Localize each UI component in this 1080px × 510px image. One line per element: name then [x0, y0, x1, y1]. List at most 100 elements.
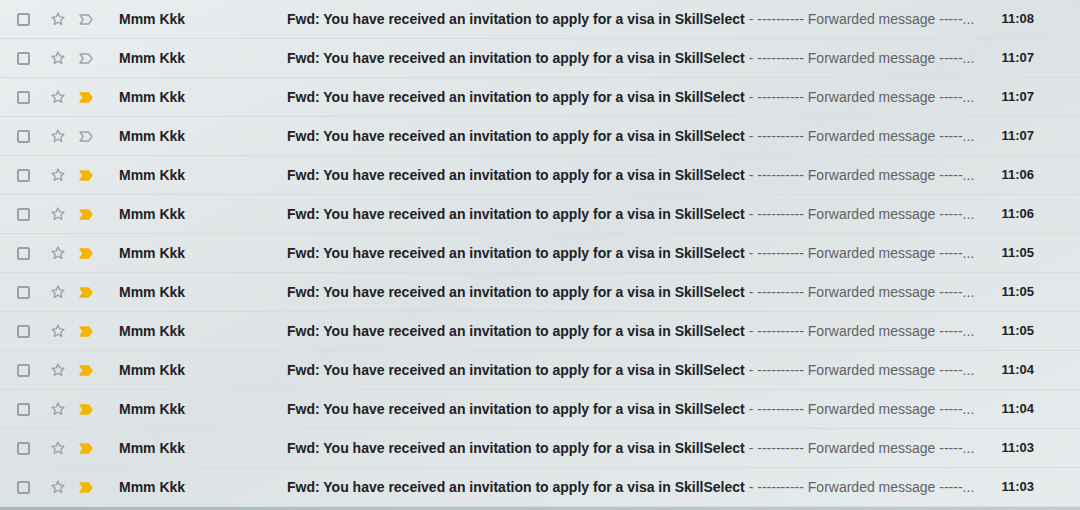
importance-marker-icon[interactable] — [79, 53, 93, 64]
sender: Mmm Kkk — [119, 321, 287, 342]
subject: Fwd: You have received an invitation to … — [287, 399, 745, 420]
time: 11:04 — [1001, 399, 1034, 419]
message-row[interactable]: Mmm KkkFwd: You have received an invitat… — [0, 195, 1080, 234]
importance-marker-icon[interactable] — [79, 92, 93, 103]
importance-marker-icon[interactable] — [79, 443, 93, 454]
time: 11:04 — [1001, 360, 1034, 380]
star-icon[interactable] — [50, 479, 66, 495]
select-checkbox[interactable] — [17, 13, 30, 26]
select-checkbox[interactable] — [17, 403, 30, 416]
sender: Mmm Kkk — [119, 165, 287, 186]
importance-marker-icon[interactable] — [79, 170, 93, 181]
message-row[interactable]: Mmm KkkFwd: You have received an invitat… — [0, 234, 1080, 273]
select-checkbox[interactable] — [17, 364, 30, 377]
snippet: - ---------- Forwarded message -----... — [749, 87, 975, 108]
sender: Mmm Kkk — [119, 477, 287, 498]
message-row[interactable]: Mmm KkkFwd: You have received an invitat… — [0, 273, 1080, 312]
snippet: - ---------- Forwarded message -----... — [749, 438, 975, 459]
importance-marker-icon[interactable] — [79, 209, 93, 220]
sender: Mmm Kkk — [119, 9, 287, 30]
star-icon[interactable] — [50, 167, 66, 183]
importance-marker-icon[interactable] — [79, 482, 93, 493]
snippet: - ---------- Forwarded message -----... — [749, 399, 975, 420]
inbox: Mmm KkkFwd: You have received an invitat… — [0, 0, 1080, 510]
time: 11:08 — [1001, 9, 1034, 29]
importance-marker-icon[interactable] — [79, 326, 93, 337]
star-icon[interactable] — [50, 323, 66, 339]
select-checkbox[interactable] — [17, 442, 30, 455]
star-icon[interactable] — [50, 362, 66, 378]
message-row[interactable]: Mmm KkkFwd: You have received an invitat… — [0, 156, 1080, 195]
subject: Fwd: You have received an invitation to … — [287, 126, 745, 147]
subject: Fwd: You have received an invitation to … — [287, 165, 745, 186]
sender: Mmm Kkk — [119, 399, 287, 420]
select-checkbox[interactable] — [17, 481, 30, 494]
select-checkbox[interactable] — [17, 208, 30, 221]
star-icon[interactable] — [50, 284, 66, 300]
snippet: - ---------- Forwarded message -----... — [749, 243, 975, 264]
star-icon[interactable] — [50, 401, 66, 417]
subject: Fwd: You have received an invitation to … — [287, 477, 745, 498]
snippet: - ---------- Forwarded message -----... — [749, 477, 975, 498]
sender: Mmm Kkk — [119, 87, 287, 108]
time: 11:07 — [1001, 87, 1034, 107]
importance-marker-icon[interactable] — [79, 404, 93, 415]
select-checkbox[interactable] — [17, 169, 30, 182]
snippet: - ---------- Forwarded message -----... — [749, 9, 975, 30]
message-row[interactable]: Mmm KkkFwd: You have received an invitat… — [0, 117, 1080, 156]
subject: Fwd: You have received an invitation to … — [287, 282, 745, 303]
importance-marker-icon[interactable] — [79, 14, 93, 25]
importance-marker-icon[interactable] — [79, 365, 93, 376]
subject: Fwd: You have received an invitation to … — [287, 87, 745, 108]
star-icon[interactable] — [50, 245, 66, 261]
message-row[interactable]: Mmm KkkFwd: You have received an invitat… — [0, 351, 1080, 390]
star-icon[interactable] — [50, 50, 66, 66]
snippet: - ---------- Forwarded message -----... — [749, 165, 975, 186]
subject: Fwd: You have received an invitation to … — [287, 438, 745, 459]
select-checkbox[interactable] — [17, 130, 30, 143]
message-row[interactable]: Mmm KkkFwd: You have received an invitat… — [0, 390, 1080, 429]
message-row[interactable]: Mmm KkkFwd: You have received an invitat… — [0, 78, 1080, 117]
sender: Mmm Kkk — [119, 360, 287, 381]
select-checkbox[interactable] — [17, 286, 30, 299]
sender: Mmm Kkk — [119, 243, 287, 264]
sender: Mmm Kkk — [119, 48, 287, 69]
message-row[interactable]: Mmm KkkFwd: You have received an invitat… — [0, 39, 1080, 78]
message-row[interactable]: Mmm KkkFwd: You have received an invitat… — [0, 312, 1080, 351]
time: 11:05 — [1001, 321, 1034, 341]
importance-marker-icon[interactable] — [79, 287, 93, 298]
subject: Fwd: You have received an invitation to … — [287, 9, 745, 30]
snippet: - ---------- Forwarded message -----... — [749, 321, 975, 342]
star-icon[interactable] — [50, 89, 66, 105]
star-icon[interactable] — [50, 128, 66, 144]
time: 11:06 — [1001, 204, 1034, 224]
time: 11:03 — [1001, 438, 1034, 458]
subject: Fwd: You have received an invitation to … — [287, 48, 745, 69]
snippet: - ---------- Forwarded message -----... — [749, 204, 975, 225]
select-checkbox[interactable] — [17, 325, 30, 338]
sender: Mmm Kkk — [119, 204, 287, 225]
importance-marker-icon[interactable] — [79, 248, 93, 259]
message-row[interactable]: Mmm KkkFwd: You have received an invitat… — [0, 468, 1080, 507]
sender: Mmm Kkk — [119, 126, 287, 147]
snippet: - ---------- Forwarded message -----... — [749, 48, 975, 69]
star-icon[interactable] — [50, 206, 66, 222]
subject: Fwd: You have received an invitation to … — [287, 204, 745, 225]
message-row[interactable]: Mmm KkkFwd: You have received an invitat… — [0, 0, 1080, 39]
select-checkbox[interactable] — [17, 247, 30, 260]
star-icon[interactable] — [50, 440, 66, 456]
select-checkbox[interactable] — [17, 52, 30, 65]
snippet: - ---------- Forwarded message -----... — [749, 126, 975, 147]
time: 11:05 — [1001, 243, 1034, 263]
snippet: - ---------- Forwarded message -----... — [749, 360, 975, 381]
sender: Mmm Kkk — [119, 438, 287, 459]
select-checkbox[interactable] — [17, 91, 30, 104]
snippet: - ---------- Forwarded message -----... — [749, 282, 975, 303]
time: 11:05 — [1001, 282, 1034, 302]
sender: Mmm Kkk — [119, 282, 287, 303]
star-icon[interactable] — [50, 11, 66, 27]
subject: Fwd: You have received an invitation to … — [287, 360, 745, 381]
time: 11:07 — [1001, 48, 1034, 68]
importance-marker-icon[interactable] — [79, 131, 93, 142]
message-row[interactable]: Mmm KkkFwd: You have received an invitat… — [0, 429, 1080, 468]
